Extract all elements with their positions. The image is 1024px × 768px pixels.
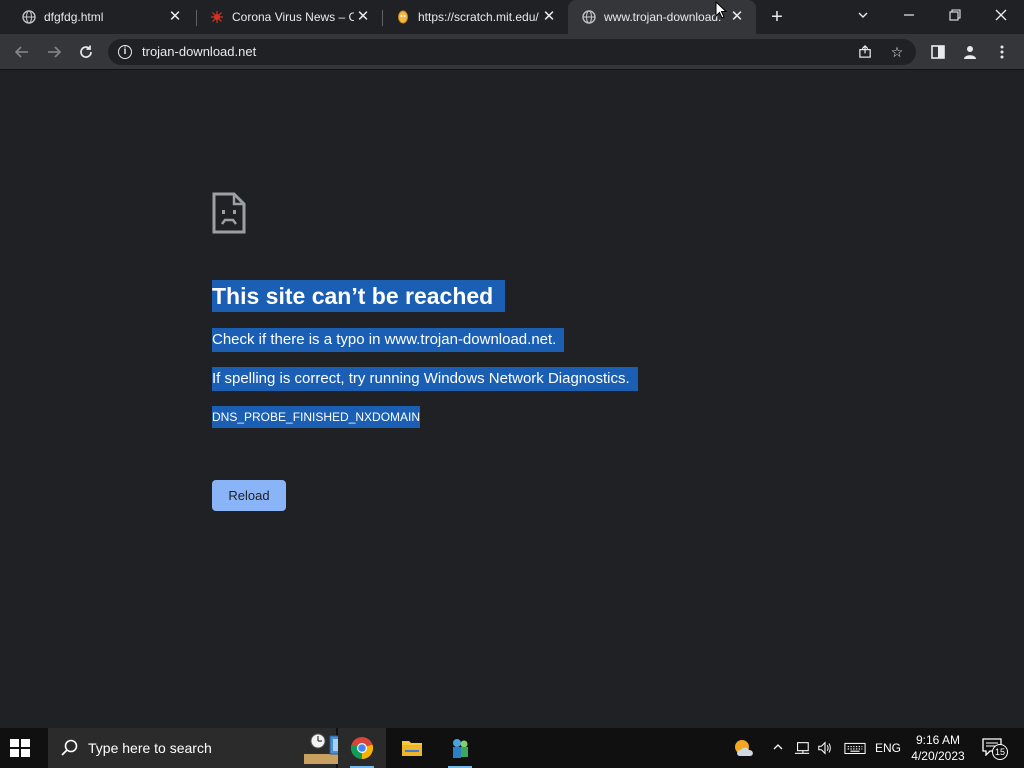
address-bar[interactable]: i trojan-download.net ☆ [108, 39, 916, 65]
side-panel-icon [931, 45, 945, 59]
input-language[interactable]: ENG [872, 740, 904, 756]
close-tab-icon[interactable]: ✕ [166, 8, 184, 26]
clock-time: 9:16 AM [915, 733, 961, 747]
tab-title: Corona Virus News – Co [232, 10, 354, 24]
bookmark-star-icon[interactable]: ☆ [888, 44, 906, 60]
minimize-button[interactable] [897, 4, 921, 26]
taskbar-clock[interactable]: 9:16 AM 4/20/2023 [908, 732, 968, 764]
close-tab-icon[interactable]: ✕ [540, 8, 558, 26]
forward-button[interactable] [42, 40, 66, 64]
sad-page-icon [212, 192, 246, 234]
globe-icon [22, 10, 36, 24]
typo-hint-text: Check if there is a typo in www.trojan-d… [212, 328, 565, 352]
error-page: This site can’t be reached Check if ther… [0, 70, 1024, 728]
error-code: DNS_PROBE_FINISHED_NXDOMAIN [212, 406, 421, 428]
tab-title: dfgfdg.html [44, 10, 104, 24]
restore-button[interactable] [943, 4, 967, 26]
notification-count-badge: 15 [992, 744, 1008, 760]
reload-toolbar-button[interactable] [74, 40, 98, 64]
folder-icon [402, 741, 422, 756]
url-text: trojan-download.net [142, 44, 257, 59]
taskbar-people-app[interactable] [436, 728, 484, 768]
tab-strip: dfgfdg.html ✕ Corona Virus News – Co ✕ h… [0, 0, 1024, 34]
close-window-button[interactable] [989, 4, 1013, 26]
people-app-icon [453, 739, 468, 758]
tab-corona-news[interactable]: Corona Virus News – Co ✕ [196, 0, 382, 34]
virus-icon [211, 11, 223, 23]
close-tab-icon[interactable]: ✕ [354, 8, 372, 26]
browser-toolbar: i trojan-download.net ☆ [0, 34, 1024, 70]
forward-arrow-icon [48, 46, 62, 58]
weather-icon[interactable] [732, 736, 756, 760]
clock-date: 4/20/2023 [911, 749, 965, 763]
keyboard-icon[interactable] [843, 740, 867, 759]
tab-trojan-download[interactable]: www.trojan-download. ✕ [568, 0, 756, 34]
windows-taskbar: Type here to search ENG 9:16 AM 4/20/202… [0, 728, 1024, 768]
error-heading: This site can’t be reached [212, 280, 506, 312]
tab-title: https://scratch.mit.edu/ [418, 10, 539, 24]
taskbar-file-explorer[interactable] [388, 728, 436, 768]
profile-icon [964, 46, 976, 59]
network-icon[interactable] [793, 740, 811, 759]
volume-icon[interactable] [816, 740, 834, 759]
site-info-icon[interactable]: i [118, 45, 132, 59]
show-hidden-icons-chevron-icon[interactable] [770, 740, 786, 756]
tab-dfgfdg[interactable]: dfgfdg.html ✕ [8, 0, 194, 34]
action-center-button[interactable]: 15 [982, 738, 1008, 760]
back-arrow-icon [14, 46, 28, 58]
scratch-icon [398, 10, 408, 24]
reload-icon [80, 45, 92, 58]
share-icon[interactable] [856, 44, 874, 60]
windows-start-icon[interactable] [8, 738, 32, 758]
tab-scratch[interactable]: https://scratch.mit.edu/ ✕ [382, 0, 568, 34]
diagnostics-hint-text: If spelling is correct, try running Wind… [212, 367, 638, 391]
tab-search-chevron-icon[interactable] [851, 4, 875, 26]
taskbar-chrome[interactable] [338, 728, 386, 768]
three-dots-menu-icon [1000, 45, 1004, 59]
profile-button[interactable] [958, 40, 982, 64]
mouse-cursor-icon [715, 1, 727, 19]
back-button[interactable] [10, 40, 34, 64]
close-tab-icon[interactable]: ✕ [728, 8, 746, 26]
new-tab-button[interactable]: + [766, 6, 788, 28]
chrome-icon [350, 737, 374, 760]
reload-button[interactable]: Reload [212, 480, 286, 511]
side-panel-button[interactable] [926, 40, 950, 64]
tab-title: www.trojan-download. [604, 10, 722, 24]
search-placeholder: Type here to search [88, 740, 212, 756]
menu-button[interactable] [990, 40, 1014, 64]
globe-icon [582, 10, 596, 24]
search-icon [61, 739, 78, 756]
taskbar-search-box[interactable]: Type here to search [48, 728, 380, 768]
